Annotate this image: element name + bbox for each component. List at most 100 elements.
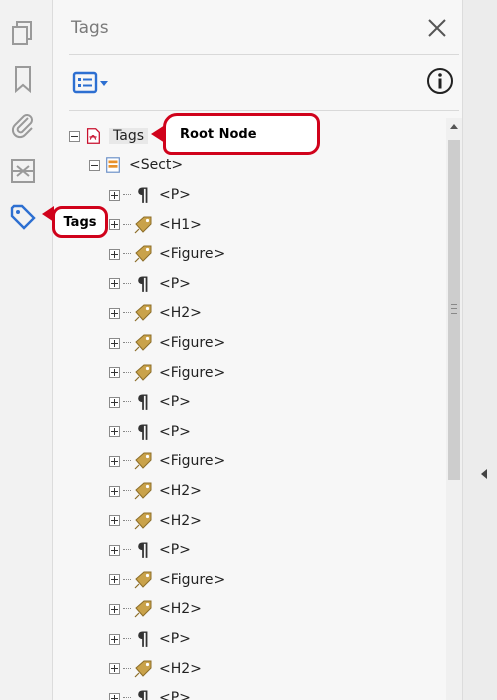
tree-connector	[123, 549, 131, 551]
expand-toggle[interactable]	[109, 278, 120, 290]
tool-rail	[0, 0, 53, 700]
tag-icon	[133, 363, 153, 383]
tree-scrollbar[interactable]	[446, 118, 462, 700]
expand-toggle[interactable]	[109, 544, 120, 556]
tree-node-label: <P>	[159, 631, 191, 647]
tree-node-tag[interactable]: <H2>	[109, 509, 202, 533]
tree-node-label: <H2>	[159, 305, 202, 322]
paragraph-icon: ¶	[136, 687, 150, 700]
expand-toggle[interactable]	[109, 663, 120, 675]
tree-node-p[interactable]: ¶ <P>	[109, 272, 191, 296]
paragraph-icon: ¶	[136, 539, 150, 562]
attachment-icon[interactable]	[8, 110, 38, 140]
info-button[interactable]	[425, 66, 455, 96]
tree-node-tag[interactable]: <H2>	[109, 657, 202, 681]
tag-icon	[133, 481, 153, 501]
tree-node-label: <Figure>	[159, 364, 226, 381]
tags-icon[interactable]	[8, 202, 38, 232]
tree-node-label: <Figure>	[159, 246, 226, 263]
tree-connector	[123, 342, 131, 344]
tree-connector	[123, 194, 131, 196]
scrollbar-thumb[interactable]	[448, 140, 460, 480]
tree-node-tag[interactable]: <Figure>	[109, 331, 225, 355]
tree-node-label: <H2>	[159, 512, 202, 529]
tree-node-label: <P>	[159, 542, 191, 559]
tree-connector	[123, 519, 131, 522]
expand-toggle[interactable]	[109, 633, 120, 645]
expand-toggle[interactable]	[109, 485, 120, 497]
tree-node-p[interactable]: ¶ <P>	[109, 183, 191, 207]
tree-connector	[123, 371, 131, 374]
tree-connector	[123, 667, 131, 670]
collapse-pane-arrow-icon[interactable]	[481, 469, 487, 479]
expand-toggle[interactable]	[109, 248, 120, 260]
annotation-label: Root Node	[180, 126, 257, 142]
tree-node-label: <P>	[159, 394, 191, 411]
tree-node-tag[interactable]: <H1>	[109, 213, 202, 237]
annotation-tags: Tags	[52, 206, 108, 238]
tag-icon	[133, 570, 153, 590]
expand-toggle[interactable]	[109, 307, 120, 319]
info-icon	[427, 68, 453, 94]
tree-node-label: <H2>	[159, 483, 202, 499]
tree-node-tag[interactable]: <Figure>	[109, 361, 225, 385]
annotation-root-node: Root Node	[163, 113, 320, 155]
expand-toggle[interactable]	[109, 574, 120, 586]
tree-node-p[interactable]: ¶ <P>	[109, 538, 191, 562]
tree-connector	[123, 697, 131, 699]
expand-toggle[interactable]	[109, 692, 120, 700]
tree-node-tag[interactable]: <Figure>	[109, 242, 225, 266]
expand-toggle[interactable]	[109, 515, 120, 527]
tag-icon	[133, 659, 153, 679]
tree-node-tag[interactable]: <H2>	[109, 597, 202, 621]
tree-node-p[interactable]: ¶ <P>	[109, 420, 191, 444]
tree-connector	[123, 578, 131, 581]
expand-toggle[interactable]	[109, 367, 120, 379]
tree-node-p[interactable]: ¶ <P>	[109, 390, 191, 414]
compare-icon[interactable]	[8, 156, 38, 186]
expand-toggle[interactable]	[109, 219, 120, 231]
annotation-label: Tags	[63, 214, 97, 230]
tree-node-p[interactable]: ¶ <P>	[109, 627, 191, 651]
tree-node-tag[interactable]: <H2>	[109, 301, 202, 325]
collapse-toggle[interactable]	[89, 159, 100, 171]
expand-toggle[interactable]	[109, 603, 120, 615]
tree-connector	[123, 312, 131, 314]
expand-toggle[interactable]	[109, 396, 120, 408]
expand-toggle[interactable]	[109, 455, 120, 467]
tree-node-p[interactable]: ¶ <P>	[109, 686, 191, 700]
scroll-up-arrow-icon[interactable]	[450, 124, 458, 129]
paragraph-icon: ¶	[136, 391, 150, 414]
tree-node-label: <P>	[159, 275, 191, 292]
tree-connector	[123, 430, 131, 433]
tree-node-tag[interactable]: <Figure>	[109, 449, 225, 473]
tree-node-sect[interactable]: <Sect>	[89, 153, 183, 177]
collapse-toggle[interactable]	[69, 130, 80, 142]
divider	[69, 110, 459, 111]
section-icon	[103, 155, 123, 175]
tag-icon	[133, 333, 153, 353]
tree-node-tag[interactable]: <H2>	[109, 479, 202, 503]
divider	[69, 54, 459, 55]
tree-node-label: <H1>	[159, 216, 202, 233]
options-menu-button[interactable]	[71, 68, 113, 98]
expand-toggle[interactable]	[109, 337, 120, 349]
bookmark-icon[interactable]	[8, 64, 38, 94]
close-button[interactable]	[423, 14, 451, 42]
paragraph-icon: ¶	[136, 184, 150, 206]
tree-node-root[interactable]: Tags	[69, 124, 148, 148]
expand-toggle[interactable]	[109, 426, 120, 438]
tree-node-tag[interactable]: <Figure>	[109, 568, 225, 592]
tree-node-label: <Figure>	[159, 335, 226, 351]
tag-icon	[133, 511, 153, 531]
tree-connector	[123, 282, 131, 285]
close-icon	[428, 19, 446, 37]
tree-connector	[123, 460, 131, 462]
tag-tree: Tags <Sect> ¶ <P> <H1> <Figure> ¶ <P> <H2> <Fig…	[53, 118, 445, 700]
pages-icon[interactable]	[8, 18, 38, 48]
tag-icon	[133, 215, 153, 235]
tag-icon	[133, 244, 153, 264]
expand-toggle[interactable]	[109, 189, 120, 201]
tags-panel: Tags Tags <Sect> ¶ <P> <H1> <Figure> ¶ <…	[53, 0, 462, 700]
tree-node-label: <H2>	[159, 660, 202, 677]
